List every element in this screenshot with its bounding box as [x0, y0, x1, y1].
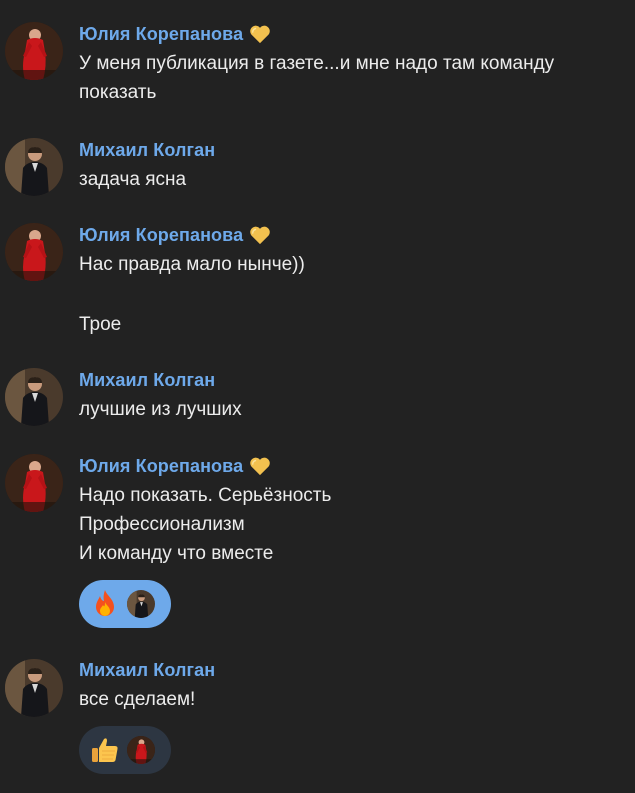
author-name[interactable]: Юлия Корепанова — [79, 24, 243, 45]
avatar-mikhail — [5, 368, 63, 426]
message-text: Нас правда мало нынче)) — [79, 254, 305, 275]
author-name[interactable]: Юлия Корепанова — [79, 225, 243, 246]
reactor-avatar — [127, 590, 155, 618]
avatar-yulia — [127, 736, 155, 764]
avatar-yulia — [5, 454, 63, 512]
message-text: лучшие из лучших — [79, 399, 242, 420]
message-text: все сделаем! — [79, 689, 196, 710]
message-text: И команду что вместе — [79, 543, 274, 564]
message-text: показать — [79, 82, 157, 103]
chat-history: Юлия Корепанова У меня публикация в газе… — [0, 0, 635, 793]
avatar-mikhail — [5, 138, 63, 196]
author-name[interactable]: Юлия Корепанова — [79, 456, 243, 477]
yellow-heart-icon — [249, 24, 271, 44]
avatar-mikhail — [5, 659, 63, 717]
author-name[interactable]: Михаил Колган — [79, 370, 215, 391]
message-text: задача ясна — [79, 169, 187, 190]
message-text: Надо показать. Серьёзность — [79, 485, 332, 506]
author-name[interactable]: Михаил Колган — [79, 660, 215, 681]
message-text: Трое — [79, 314, 122, 335]
yellow-heart-icon — [249, 225, 271, 245]
avatar[interactable] — [5, 22, 63, 80]
reaction-button[interactable] — [79, 726, 171, 774]
avatar-yulia — [5, 223, 63, 281]
avatar[interactable] — [5, 368, 63, 426]
avatar-mikhail — [127, 590, 155, 618]
avatar[interactable] — [5, 659, 63, 717]
reaction-button[interactable] — [79, 580, 171, 628]
thumbs-up-icon — [89, 734, 121, 766]
message-text: У меня публикация в газете...и мне надо … — [79, 53, 555, 74]
avatar[interactable] — [5, 138, 63, 196]
fire-icon — [89, 588, 121, 620]
author-name[interactable]: Михаил Колган — [79, 140, 215, 161]
avatar-yulia — [5, 22, 63, 80]
message-text: Профессионализм — [79, 514, 245, 535]
reactor-avatar — [127, 736, 155, 764]
yellow-heart-icon — [249, 456, 271, 476]
avatar[interactable] — [5, 454, 63, 512]
avatar[interactable] — [5, 223, 63, 281]
